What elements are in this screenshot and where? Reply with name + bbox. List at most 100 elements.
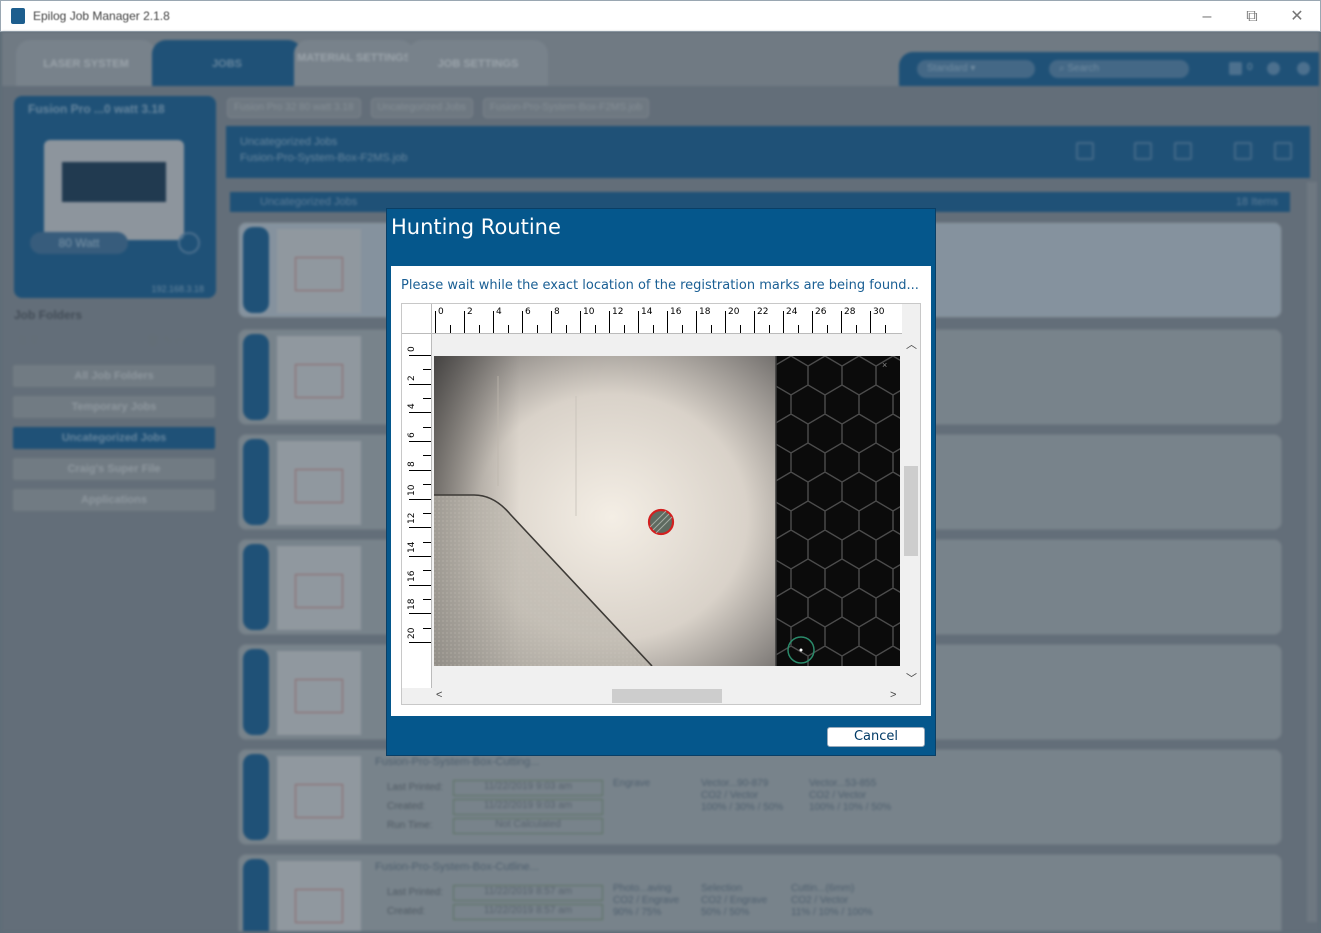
ruler-tick: [409, 555, 431, 557]
window-title: Epilog Job Manager 2.1.8: [33, 9, 170, 23]
ruler-x-label: 8: [554, 307, 560, 317]
ruler-y-label: 0: [407, 346, 417, 352]
ruler-x-label: 18: [699, 307, 711, 317]
ruler-tick: [409, 584, 431, 586]
ruler-tick: [841, 311, 842, 333]
ruler-tick: [423, 484, 431, 486]
ruler-tick: [754, 311, 755, 333]
ruler-tick: [423, 455, 431, 457]
cancel-button[interactable]: Cancel: [827, 727, 925, 747]
ruler-tick: [423, 570, 431, 572]
ruler-tick: [696, 311, 697, 333]
ruler-tick: [725, 311, 726, 333]
vertical-scrollbar[interactable]: ︿ ﹀: [902, 334, 920, 688]
ruler-x-label: 24: [786, 307, 798, 317]
ruler-tick: [826, 325, 828, 333]
ruler-y-label: 4: [407, 403, 417, 410]
horizontal-scrollbar[interactable]: < >: [432, 688, 902, 704]
ruler-tick: [667, 311, 668, 333]
ruler-tick: [423, 512, 431, 514]
ruler-tick: [551, 311, 552, 333]
epilog-app-icon: [11, 8, 25, 24]
ruler-x-label: 10: [583, 307, 595, 317]
ruler-vertical: 0 2 4 6 8 10 12 14 16 18 20: [402, 334, 432, 688]
ruler-x-label: 0: [438, 307, 444, 317]
ruler-tick: [507, 325, 509, 333]
ruler-tick: [681, 325, 683, 333]
ruler-tick: [478, 325, 480, 333]
ruler-tick: [565, 325, 567, 333]
scroll-left-icon[interactable]: <: [436, 689, 442, 701]
ruler-tick: [423, 627, 431, 629]
ruler-y-label: 18: [407, 598, 417, 611]
ruler-y-label: 16: [407, 570, 417, 582]
window-titlebar: Epilog Job Manager 2.1.8 – ⧉ ✕: [0, 0, 1321, 32]
camera-viewer: 0 2 4 6 8 10 12 14 16 18 20 22 24 26 28 30 0 2 4 6 8 10 12 14 1…: [401, 303, 921, 705]
ruler-tick: [493, 311, 494, 333]
hunting-routine-dialog: Hunting Routine Please wait while the ex…: [386, 208, 936, 756]
ruler-tick: [739, 325, 741, 333]
ruler-tick: [594, 325, 596, 333]
ruler-x-label: 20: [728, 307, 740, 317]
maximize-icon[interactable]: ⧉: [1242, 7, 1262, 27]
close-icon[interactable]: ✕: [1287, 7, 1307, 27]
ruler-x-label: 26: [815, 307, 827, 317]
ruler-tick: [409, 498, 431, 500]
ruler-y-label: 2: [407, 374, 417, 381]
ruler-tick: [409, 383, 431, 385]
ruler-tick: [855, 325, 857, 333]
ruler-x-label: 14: [641, 307, 653, 317]
ruler-y-label: 10: [407, 484, 417, 496]
horizontal-scroll-thumb[interactable]: [612, 689, 722, 703]
vertical-scroll-thumb[interactable]: [904, 466, 918, 556]
ruler-y-label: 14: [407, 541, 417, 553]
ruler-tick: [536, 325, 538, 333]
ruler-tick: [580, 311, 581, 333]
ruler-y-label: 6: [407, 432, 417, 439]
ruler-tick: [409, 441, 431, 443]
ruler-tick: [435, 311, 436, 333]
ruler-x-label: 28: [844, 307, 856, 317]
dialog-body: Please wait while the exact location of …: [391, 266, 931, 716]
svg-text:×: ×: [882, 360, 887, 370]
scroll-down-icon[interactable]: ﹀: [906, 670, 917, 686]
ruler-tick: [449, 325, 451, 333]
ruler-x-label: 22: [757, 307, 769, 317]
camera-feed: ×: [434, 356, 900, 666]
ruler-x-label: 4: [496, 307, 502, 317]
ruler-tick: [409, 613, 431, 615]
ruler-tick: [423, 598, 431, 600]
ruler-tick: [522, 311, 523, 333]
ruler-tick: [423, 369, 431, 371]
ruler-corner: [402, 304, 432, 334]
camera-image[interactable]: ×: [434, 356, 900, 666]
ruler-tick: [783, 311, 784, 333]
ruler-horizontal: 0 2 4 6 8 10 12 14 16 18 20 22 24 26 28 30: [432, 304, 902, 334]
ruler-tick: [409, 412, 431, 414]
minimize-icon[interactable]: –: [1197, 7, 1217, 27]
ruler-x-label: 30: [873, 307, 885, 317]
ruler-tick: [423, 398, 431, 400]
ruler-y-label: 8: [407, 461, 417, 467]
ruler-tick: [464, 311, 465, 333]
ruler-tick: [623, 325, 625, 333]
ruler-x-label: 12: [612, 307, 624, 317]
ruler-tick: [409, 642, 431, 643]
ruler-tick: [812, 311, 813, 333]
ruler-tick: [797, 325, 799, 333]
ruler-y-label: 20: [407, 627, 417, 639]
scroll-up-icon[interactable]: ︿: [906, 336, 917, 352]
scroll-right-icon[interactable]: >: [890, 689, 896, 701]
ruler-tick: [884, 325, 886, 333]
ruler-tick: [609, 311, 610, 333]
ruler-tick: [638, 311, 639, 333]
ruler-x-label: 16: [670, 307, 682, 317]
ruler-tick: [768, 325, 770, 333]
ruler-tick: [409, 355, 431, 356]
ruler-tick: [423, 541, 431, 543]
dialog-message: Please wait while the exact location of …: [401, 278, 919, 293]
ruler-x-label: 6: [525, 307, 531, 317]
dialog-title: Hunting Routine: [391, 215, 561, 239]
ruler-tick: [423, 426, 431, 428]
ruler-y-label: 12: [407, 512, 417, 525]
